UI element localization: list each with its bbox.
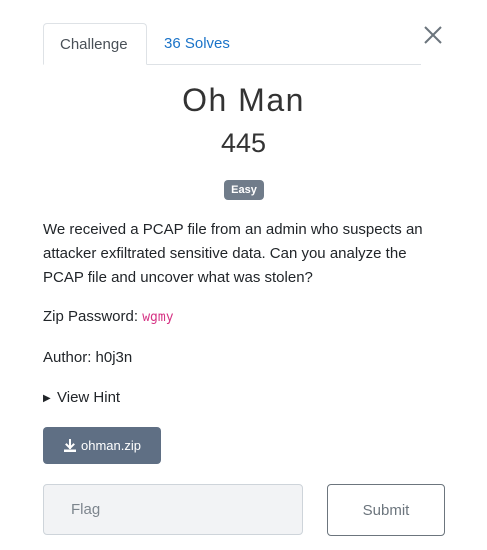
view-hint-label: View Hint: [57, 389, 121, 406]
challenge-description: We received a PCAP file from an admin wh…: [43, 221, 423, 286]
view-hint-toggle[interactable]: ▶ View Hint: [43, 387, 120, 410]
download-label: ohman.zip: [81, 438, 141, 453]
tab-bar: Challenge 36 Solves: [43, 23, 421, 65]
challenge-points: 445: [220, 128, 267, 158]
triangle-right-icon: ▶: [43, 393, 51, 404]
tab-challenge[interactable]: Challenge: [43, 23, 147, 65]
zip-password-label: Zip Password:: [43, 308, 139, 325]
challenge-modal: Challenge 36 Solves Oh Man 445 Easy We r…: [0, 0, 487, 550]
submit-button[interactable]: Submit: [327, 484, 445, 536]
download-icon: [64, 438, 76, 452]
zip-password-line: Zip Password: wgmy: [43, 306, 174, 329]
zip-password-value: wgmy: [142, 310, 174, 325]
download-button[interactable]: ohman.zip: [43, 427, 161, 464]
challenge-title: Oh Man: [182, 82, 305, 118]
tab-solves[interactable]: 36 Solves: [148, 23, 246, 64]
close-icon[interactable]: [422, 24, 444, 46]
difficulty-badge: Easy: [224, 180, 264, 200]
author-line: Author: h0j3n: [43, 349, 133, 366]
flag-input[interactable]: [43, 484, 303, 535]
